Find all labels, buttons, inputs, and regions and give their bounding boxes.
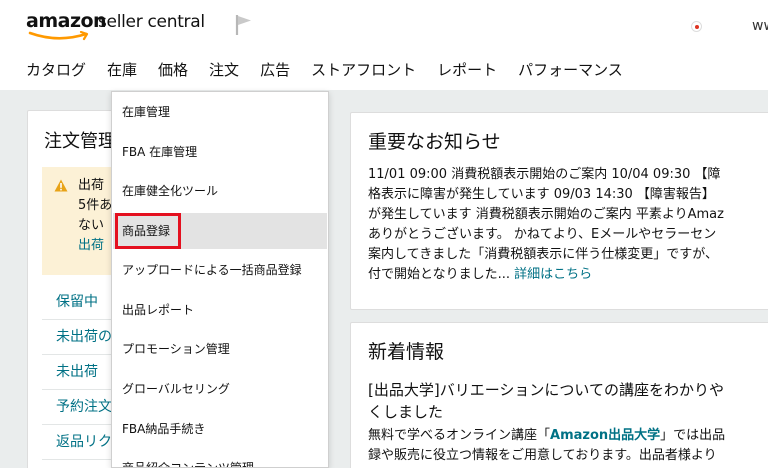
nav-storefront[interactable]: ストアフロント xyxy=(311,59,416,80)
nav-advertising[interactable]: 広告 xyxy=(260,59,290,80)
notice-line: 付で開始となりました... xyxy=(368,267,511,282)
warning-icon xyxy=(54,179,68,192)
notice-line: 案内してきました「消費税額表示に伴う仕様変更」ですが、 xyxy=(368,247,718,262)
nav-catalog[interactable]: カタログ xyxy=(26,59,86,80)
news-panel: 新着情報 [出品大学]バリエーションについての講座をわかりや くしました 無料で… xyxy=(350,322,768,468)
important-notice-title: 重要なお知らせ xyxy=(368,131,501,153)
nav-reports[interactable]: レポート xyxy=(437,59,497,80)
menu-fba-inventory[interactable]: FBA 在庫管理 xyxy=(113,134,327,170)
notice-last-line: 付で開始となりました... 詳細はこちら xyxy=(368,265,768,285)
nav-performance[interactable]: パフォーマンス xyxy=(518,59,623,80)
main-navigation: カタログ 在庫 価格 注文 広告 ストアフロント レポート パフォーマンス xyxy=(26,59,644,80)
logo-amazon-text: amazon xyxy=(26,10,107,32)
more-details-link[interactable]: 詳細はこちら xyxy=(514,267,592,282)
notice-line: 格表示に障害が発生しています 09/03 14:30 【障害報告】 xyxy=(368,187,715,202)
nav-pricing[interactable]: 価格 xyxy=(158,59,188,80)
news-body: 無料で学べるオンライン講座「Amazon出品大学」では出品 録や販売に役立つ情報… xyxy=(368,426,768,466)
important-notice-text: 11/01 09:00 消費税額表示開始のご案内 10/04 09:30 【障 … xyxy=(368,165,768,285)
amazon-university-link[interactable]: Amazon出品大学 xyxy=(550,428,660,443)
news-headline[interactable]: [出品大学]バリエーションについての講座をわかりや くしました xyxy=(368,379,768,423)
alert-link[interactable]: 出荷 xyxy=(78,236,104,256)
menu-bulk-upload[interactable]: アップロードによる一括商品登録 xyxy=(113,252,327,288)
inventory-dropdown-menu: 在庫管理 FBA 在庫管理 在庫健全化ツール 商品登録 アップロードによる一括商… xyxy=(111,91,329,468)
menu-listing-report[interactable]: 出品レポート xyxy=(113,292,327,328)
menu-inventory-health[interactable]: 在庫健全化ツール xyxy=(113,173,327,209)
news-body-line-1: 無料で学べるオンライン講座「Amazon出品大学」では出品 xyxy=(368,426,768,446)
notice-line: ありがとうございます。 かねてより、Eメールやセラーセン xyxy=(368,227,717,242)
menu-fba-shipment[interactable]: FBA納品手続き xyxy=(113,411,327,447)
news-headline-line-2: くしました xyxy=(368,403,444,421)
news-title: 新着情報 xyxy=(368,341,445,363)
nav-inventory[interactable]: 在庫 xyxy=(107,59,137,80)
amazon-smile-icon xyxy=(28,31,89,41)
news-headline-line-1: [出品大学]バリエーションについての講座をわかりや xyxy=(368,381,724,399)
alert-line-2: 5件あ xyxy=(78,198,113,213)
japan-flag-icon[interactable] xyxy=(691,21,702,32)
marketplace-domain[interactable]: www.a xyxy=(752,18,768,34)
flag-icon[interactable] xyxy=(235,14,253,36)
notice-line: 11/01 09:00 消費税額表示開始のご案内 10/04 09:30 【障 xyxy=(368,167,721,182)
alert-line-1: 出荷 xyxy=(78,178,105,193)
nav-orders[interactable]: 注文 xyxy=(209,59,239,80)
menu-promotions[interactable]: プロモーション管理 xyxy=(113,331,327,367)
notice-line: が発生しています 消費税額表示開始のご案内 平素よりAmaz xyxy=(368,207,724,222)
important-notice-panel: 重要なお知らせ 11/01 09:00 消費税額表示開始のご案内 10/04 0… xyxy=(350,112,768,310)
logo-seller-central-text: seller central xyxy=(98,12,205,32)
highlight-annotation xyxy=(115,213,181,249)
news-body-line-2: 録や販売に役立つ情報をご用意しております。出品者様より xyxy=(368,448,717,463)
alert-line-3: ない xyxy=(78,218,105,233)
order-management-title: 注文管理 xyxy=(44,131,116,152)
menu-global-selling[interactable]: グローバルセリング xyxy=(113,371,327,407)
menu-inventory-management[interactable]: 在庫管理 xyxy=(113,94,327,130)
menu-product-content[interactable]: 商品紹介コンテンツ管理 xyxy=(113,450,327,467)
top-header: amazon seller central www.a カタログ 在庫 価格 注… xyxy=(0,0,768,90)
news-body-post: 」では出品 xyxy=(660,428,726,443)
news-body-pre: 無料で学べるオンライン講座「 xyxy=(368,428,551,443)
